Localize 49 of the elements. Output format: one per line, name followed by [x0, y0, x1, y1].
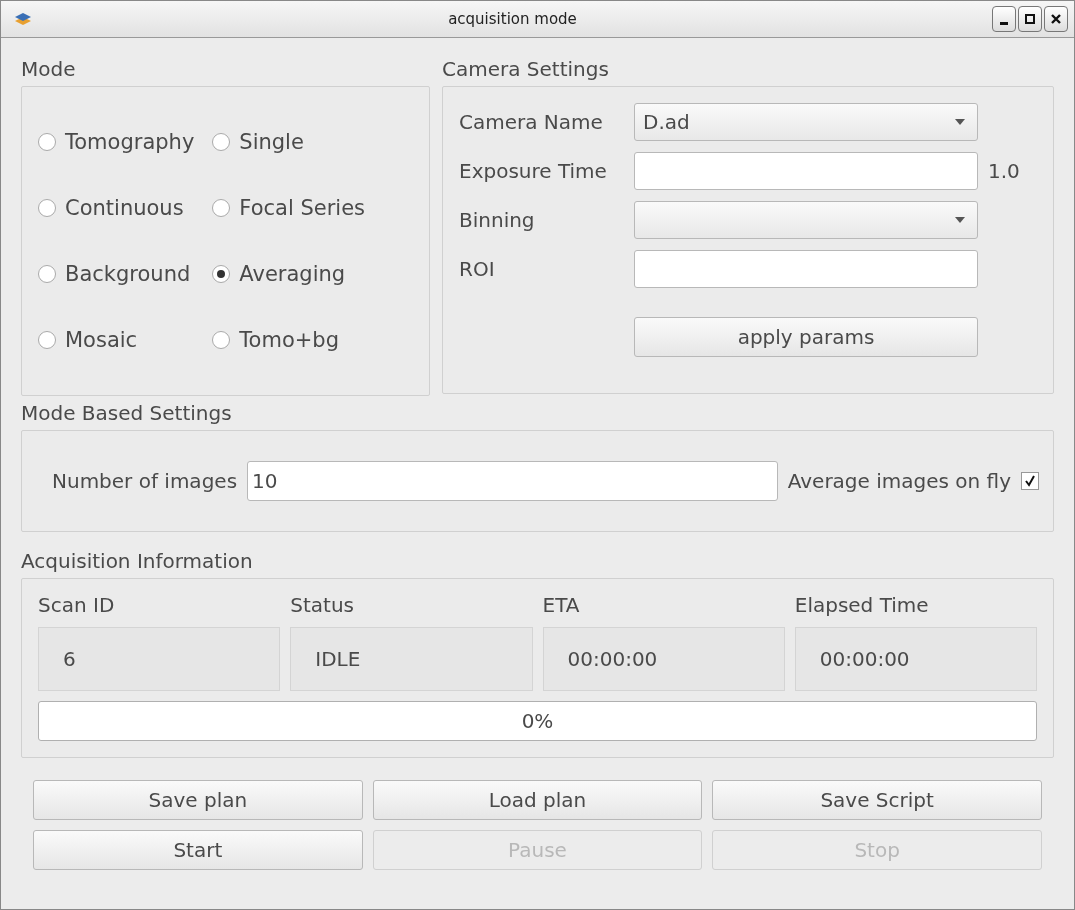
field-label: Camera Name [459, 110, 604, 134]
info-label: ETA [542, 593, 580, 619]
radio-option[interactable]: Mosaic [38, 328, 138, 352]
group-title: Mode [21, 56, 76, 83]
input-field[interactable] [634, 152, 979, 190]
checkmark-icon [1024, 475, 1036, 487]
info-value: IDLE [290, 627, 533, 691]
action-button[interactable]: Save plan [33, 780, 363, 820]
field-value: 1.0 [988, 159, 1021, 183]
field-label: Exposure Time [459, 159, 608, 183]
close-button[interactable] [1044, 6, 1068, 32]
info-label: Elapsed Time [794, 593, 929, 619]
input-field[interactable] [634, 250, 979, 288]
radio-option[interactable]: Averaging [212, 262, 346, 286]
caret-icon [955, 217, 966, 223]
radio-option[interactable]: Tomography [38, 130, 195, 154]
radio-option[interactable]: Tomo+bg [212, 328, 339, 352]
action-button[interactable]: Start [33, 830, 363, 870]
radio-option[interactable]: Continuous [38, 196, 184, 220]
apply-params-button[interactable]: apply params [634, 317, 979, 357]
info-label: Scan ID [38, 593, 115, 619]
maximize-button[interactable] [1018, 6, 1042, 32]
minimize-icon [1000, 21, 1008, 25]
field-label: ROI [459, 257, 496, 281]
info-label: Status [290, 593, 354, 619]
dropdown[interactable]: D.ad [634, 103, 979, 141]
radio-option[interactable]: Single [212, 130, 304, 154]
field-label: Binning [459, 208, 536, 232]
window-title: acquisition mode [447, 10, 578, 28]
input-field[interactable]: 10 [247, 461, 778, 501]
progress-text: 0% [521, 709, 554, 733]
action-button[interactable]: Save Script [712, 780, 1042, 820]
group-title: Camera Settings [442, 56, 609, 83]
close-icon [1050, 13, 1062, 25]
info-value: 00:00:00 [542, 627, 785, 691]
minimize-button[interactable] [992, 6, 1016, 32]
info-value: 6 [38, 627, 281, 691]
maximize-icon [1024, 13, 1036, 25]
checkbox-label: Average images on fly [787, 469, 1011, 493]
app-logo-icon [13, 11, 33, 27]
radio-option[interactable]: Focal Series [212, 196, 365, 220]
group-title: Mode Based Settings [21, 400, 232, 427]
action-button[interactable]: Load plan [372, 780, 703, 820]
info-value: 00:00:00 [794, 627, 1037, 691]
radio-option[interactable]: Background [38, 262, 191, 286]
field-label: Number of images [52, 469, 238, 493]
group-title: Acquisition Information [21, 548, 253, 575]
caret-icon [955, 119, 966, 125]
checkbox[interactable] [1021, 472, 1039, 490]
